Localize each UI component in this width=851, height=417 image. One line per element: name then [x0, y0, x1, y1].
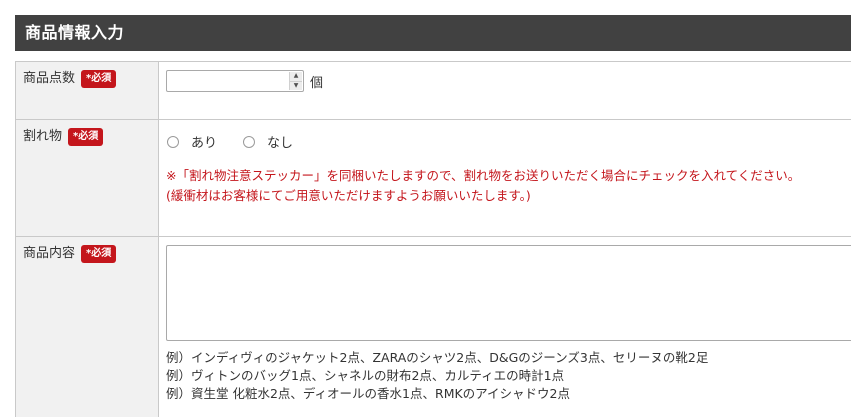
fragile-radio-group: あり なし [167, 132, 319, 151]
value-cell-quantity: ▲ ▼ 個 [159, 62, 851, 119]
radio-yes-label[interactable]: あり [191, 132, 217, 151]
radio-no-button[interactable] [243, 135, 256, 148]
radio-option-yes[interactable]: あり [167, 132, 217, 151]
label-cell-quantity: 商品点数 *必須 [15, 62, 159, 119]
form-row-quantity: 商品点数 *必須 ▲ ▼ 個 [15, 62, 851, 120]
spinner-down-button[interactable]: ▼ [290, 81, 302, 90]
value-cell-fragile: あり なし ※「割れ物注意ステッカー」を同梱いたしますので、割れ物をお送りいただ… [159, 120, 851, 236]
fragile-notice-line-1: ※「割れ物注意ステッカー」を同梱いたしますので、割れ物をお送りいただく場合にチェ… [166, 168, 801, 183]
up-triangle-icon: ▲ [293, 72, 299, 80]
required-badge: *必須 [68, 128, 104, 146]
product-info-form: 商品点数 *必須 ▲ ▼ 個 割れ物 *必須 あり なし ※「割れ物注意ステッカ… [15, 61, 851, 417]
fragile-notice-line-2: (緩衝材はお客様にてご用意いただけますようお願いいたします。) [166, 188, 531, 203]
section-header: 商品情報入力 [15, 15, 851, 51]
contents-label: 商品内容 [23, 246, 76, 261]
radio-no-label[interactable]: なし [267, 132, 293, 151]
contents-textarea[interactable] [166, 245, 851, 341]
value-cell-contents: 例）インディヴィのジャケット2点、ZARAのシャツ2点、D&Gのジーンズ3点、セ… [159, 237, 851, 417]
required-badge: *必須 [81, 245, 117, 263]
example-line-3: 例）資生堂 化粧水2点、ディオールの香水1点、RMKのアイシャドウ2点 [166, 386, 571, 401]
quantity-unit: 個 [310, 75, 324, 91]
radio-yes-button[interactable] [167, 135, 179, 148]
radio-option-no[interactable]: なし [243, 132, 293, 151]
label-cell-contents: 商品内容 *必須 [15, 237, 159, 417]
fragile-label: 割れ物 [23, 129, 63, 144]
quantity-spinner: ▲ ▼ [289, 72, 302, 90]
example-line-1: 例）インディヴィのジャケット2点、ZARAのシャツ2点、D&Gのジーンズ3点、セ… [166, 350, 709, 365]
quantity-input[interactable]: ▲ ▼ [166, 70, 304, 92]
quantity-label: 商品点数 [23, 71, 76, 86]
label-cell-fragile: 割れ物 *必須 [15, 120, 159, 236]
quantity-wrapper: ▲ ▼ 個 [166, 70, 323, 92]
fragile-notice: ※「割れ物注意ステッカー」を同梱いたしますので、割れ物をお送りいただく場合にチェ… [166, 166, 800, 206]
form-row-contents: 商品内容 *必須 例）インディヴィのジャケット2点、ZARAのシャツ2点、D&G… [15, 237, 851, 417]
section-title: 商品情報入力 [25, 23, 125, 42]
form-row-fragile: 割れ物 *必須 あり なし ※「割れ物注意ステッカー」を同梱いたしますので、割れ… [15, 120, 851, 237]
required-badge: *必須 [81, 70, 117, 88]
example-line-2: 例）ヴィトンのバッグ1点、シャネルの財布2点、カルティエの時計1点 [166, 368, 565, 383]
spinner-up-button[interactable]: ▲ [290, 72, 302, 82]
down-triangle-icon: ▼ [293, 81, 299, 89]
contents-examples: 例）インディヴィのジャケット2点、ZARAのシャツ2点、D&Gのジーンズ3点、セ… [166, 349, 708, 403]
